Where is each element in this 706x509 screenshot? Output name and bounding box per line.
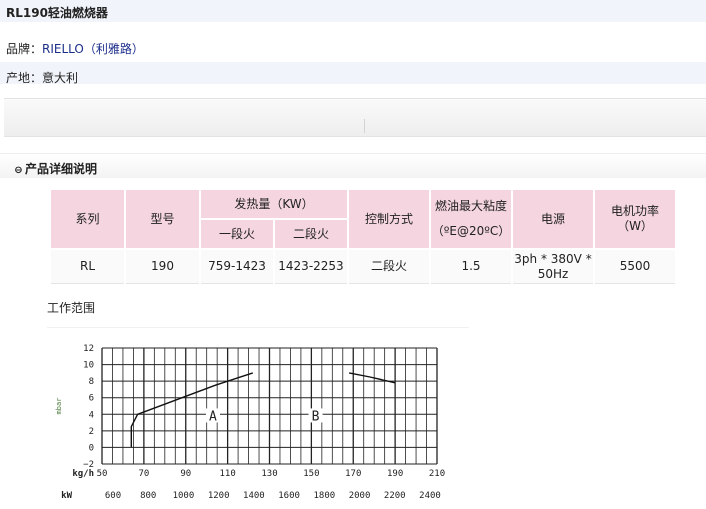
x-tick-label-kgh: 70 [138,469,149,479]
header-viscosity: 燃油最大粘度 （ºE@20ºC） [431,190,511,248]
brand-value-link[interactable]: RIELLO（利雅路） [42,42,144,56]
region-label-b: B [312,409,320,424]
y-tick-label: 4 [89,410,94,420]
brand-line: 品牌：RIELLO（利雅路） [6,40,144,57]
spec-table: 系列 型号 发热量（KW） 控制方式 燃油最大粘度 （ºE@20ºC） 电源 电机… [49,188,677,286]
gray-panel [4,98,706,137]
header-motor-line1: 电机功率 [610,204,659,218]
x-tick-label-kw: 1800 [313,491,335,501]
x-tick-label-kw: 1400 [243,491,265,501]
header-heat: 发热量（KW） [201,190,347,218]
x-tick-label-kgh: 170 [345,469,361,479]
x-tick-label-kgh: 150 [303,469,319,479]
origin-band [0,62,706,84]
y-tick-label: 6 [89,394,94,404]
table-header-row: 系列 型号 发热量（KW） 控制方式 燃油最大粘度 （ºE@20ºC） 电源 电机… [51,190,675,248]
header-stage1: 一段火 [201,220,273,248]
section-title: 产品详细说明 [25,162,98,176]
chart-svg: 121086420−2mbarkg/h 50 70 90 110 130 150 170 190… [55,344,445,501]
circle-minus-icon: ⊖ [14,165,23,176]
cell-power-line1: 3ph * 380V * [514,251,592,266]
cell-series: RL [51,250,124,284]
x-tick-label-kw: 2400 [419,491,441,501]
x-tick-label-kgh: 210 [429,469,445,479]
y-tick-label: 2 [89,427,94,437]
cell-power-line2: 50Hz [537,266,569,281]
cell-viscosity: 1.5 [431,250,511,284]
x-tick-label-kw: 1000 [173,491,195,501]
x-axis-label-kw: kW [61,491,72,501]
x-tick-label-kw: 2000 [349,491,371,501]
origin-label: 产地： [6,71,43,85]
cell-control: 二段火 [349,250,429,284]
panel-divider [364,119,365,133]
y-axis-label: mbar [55,398,63,415]
x-tick-label-kw: 1600 [278,491,300,501]
region-label-a: A [209,409,217,424]
y-tick-label: 8 [89,377,94,387]
header-series: 系列 [51,190,124,248]
header-stage2: 二段火 [275,220,347,248]
x-tick-label-kw: 600 [105,491,121,501]
x-tick-label-kgh: 90 [180,469,191,479]
x-tick-label-kgh: 190 [387,469,403,479]
cell-stage1: 759-1423 [201,250,273,284]
origin-value: 意大利 [42,71,79,85]
section-band [0,153,706,178]
y-tick-label: 12 [83,344,94,354]
origin-line: 产地：意大利 [6,69,78,86]
cell-motor: 5500 [595,250,675,284]
x-tick-label-kw: 1200 [208,491,230,501]
table-row: RL 190 759-1423 1423-2253 二段火 1.5 3ph * … [51,250,675,284]
header-power: 电源 [513,190,593,248]
x-axis-label-kgh: kg/h [72,469,94,479]
header-model: 型号 [126,190,199,248]
product-title: RL190轻油燃烧器 [6,6,108,20]
header-viscosity-line1: 燃油最大粘度 [434,199,507,213]
cell-power: 3ph * 380V * 50Hz [513,250,593,284]
x-tick-label-kw: 800 [140,491,156,501]
header-control: 控制方式 [349,190,429,248]
cell-stage2: 1423-2253 [275,250,347,284]
working-range-label: 工作范围 [47,301,96,315]
header-viscosity-line2: （ºE@20ºC） [431,224,511,238]
x-tick-label-kgh: 50 [97,469,108,479]
x-tick-label-kw: 2200 [384,491,406,501]
y-tick-label: 0 [89,443,94,453]
cell-model: 190 [126,250,199,284]
range-curve-1 [130,372,254,448]
brand-label: 品牌： [6,42,43,56]
working-range-chart: 12 10 8 6 4 2 0 −2 mbar kg/h 50 70 90 110 130 150 170 190… [47,327,469,509]
header-motor: 电机功率 （W） [595,190,675,248]
section-heading: ⊖ 产品详细说明 [14,160,97,177]
x-tick-label-kgh: 110 [219,469,235,479]
header-motor-line2: （W） [617,219,653,233]
x-tick-label-kgh: 130 [261,469,277,479]
y-tick-label: 10 [83,361,94,371]
